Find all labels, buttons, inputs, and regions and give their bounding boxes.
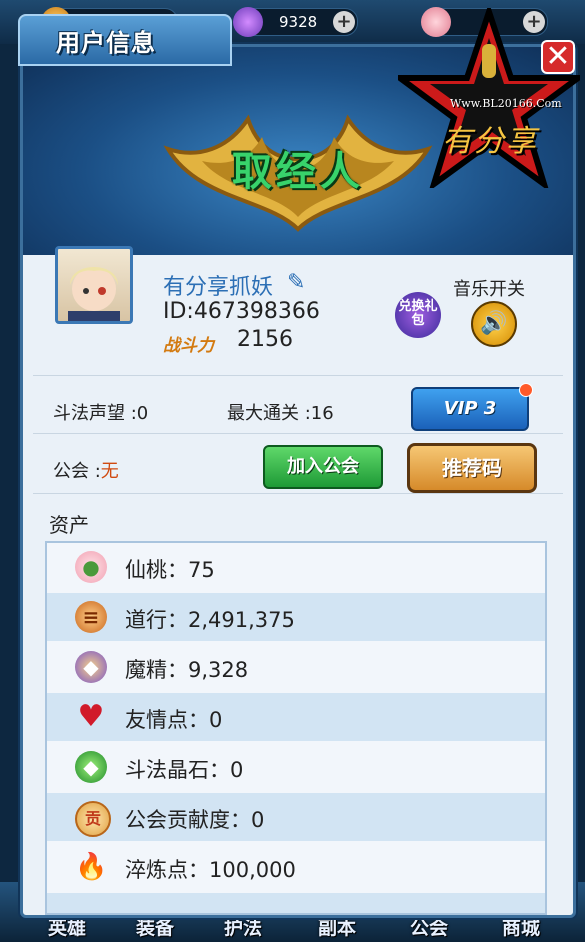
peach-icon: ●: [75, 551, 107, 583]
scroll-icon: ≡: [75, 601, 107, 633]
edit-name-pencil-icon[interactable]: ✎: [287, 270, 305, 295]
player-name: 有分享抓妖: [163, 275, 274, 300]
power-label: 战斗力: [163, 336, 214, 356]
assets-list[interactable]: ● 仙桃：75 ≡ 道行：2,491,375 ◆ 魔精：9,328 ♥ 友情点：…: [45, 541, 547, 915]
close-button[interactable]: ✕: [543, 42, 573, 72]
microphone-icon: [482, 44, 496, 78]
exchange-gift-label: 兑换礼包: [398, 299, 438, 328]
list-item: ♥ 友情点：0: [47, 693, 545, 741]
speaker-icon: 🔊: [480, 311, 508, 336]
asset-label: 魔精：9,328: [125, 658, 249, 682]
max-clear-stat: 最大通关 :16: [227, 403, 334, 424]
sound-toggle-button[interactable]: 🔊: [471, 301, 517, 347]
notification-dot: [519, 383, 533, 397]
list-item: ● 仙桃：75: [47, 543, 545, 591]
resource-value-2: 9328: [279, 13, 318, 31]
reputation-stat: 斗法声望 :0: [53, 403, 149, 424]
list-item: 🔥 淬炼点：100,000: [47, 843, 545, 891]
referral-code-button[interactable]: 推荐码: [407, 443, 537, 493]
watermark-logo: Www.BL20166.Com 有分享: [390, 2, 585, 192]
asset-label: 斗法晶石：0: [125, 758, 244, 782]
vip-button[interactable]: VIP 3: [411, 383, 533, 431]
heart-icon: ♥: [77, 699, 105, 734]
crystal-icon: ◆: [75, 651, 107, 683]
music-toggle-label: 音乐开关: [453, 279, 525, 300]
asset-label: 道行：2,491,375: [125, 608, 295, 632]
list-item: ◆ 斗法晶石：0: [47, 743, 545, 791]
dialog-tab-title: 用户信息: [56, 29, 156, 57]
avatar[interactable]: [55, 246, 133, 324]
green-gem-icon: ◆: [75, 751, 107, 783]
vip-label: VIP 3: [443, 398, 497, 419]
watermark-url: Www.BL20166.Com: [450, 97, 562, 110]
avatar-face-icon: [68, 267, 120, 321]
exchange-gift-button[interactable]: 兑换礼包: [395, 292, 441, 338]
join-guild-button[interactable]: 加入公会: [263, 445, 383, 489]
guild-label-text: 公会 :: [53, 461, 101, 482]
asset-label: 友情点：0: [125, 708, 223, 732]
resource-pill-2: 9328 +: [233, 7, 358, 37]
flame-icon: 🔥: [75, 852, 108, 882]
power-value: 2156: [237, 327, 293, 352]
divider: [33, 375, 563, 376]
player-id: ID:467398366: [163, 299, 320, 324]
guild-label: 公会 :无: [53, 457, 119, 483]
list-item: ≡ 道行：2,491,375: [47, 593, 545, 641]
list-item: ◆ 魔精：9,328: [47, 643, 545, 691]
crystal-icon: [233, 7, 263, 37]
list-item: [47, 893, 545, 913]
asset-label: 公会贡献度：0: [125, 808, 265, 832]
add-resource-2-button[interactable]: +: [333, 11, 355, 33]
asset-label: 仙桃：75: [125, 558, 215, 582]
divider: [33, 433, 563, 434]
list-item: 贡 公会贡献度：0: [47, 793, 545, 841]
asset-label: 淬炼点：100,000: [125, 858, 296, 882]
guild-value: 无: [100, 461, 119, 482]
divider: [33, 493, 563, 494]
dialog-tab: 用户信息: [18, 14, 232, 66]
watermark-text: 有分享: [442, 124, 538, 159]
assets-title: 资产: [49, 513, 89, 537]
contribution-icon: 贡: [75, 801, 111, 837]
